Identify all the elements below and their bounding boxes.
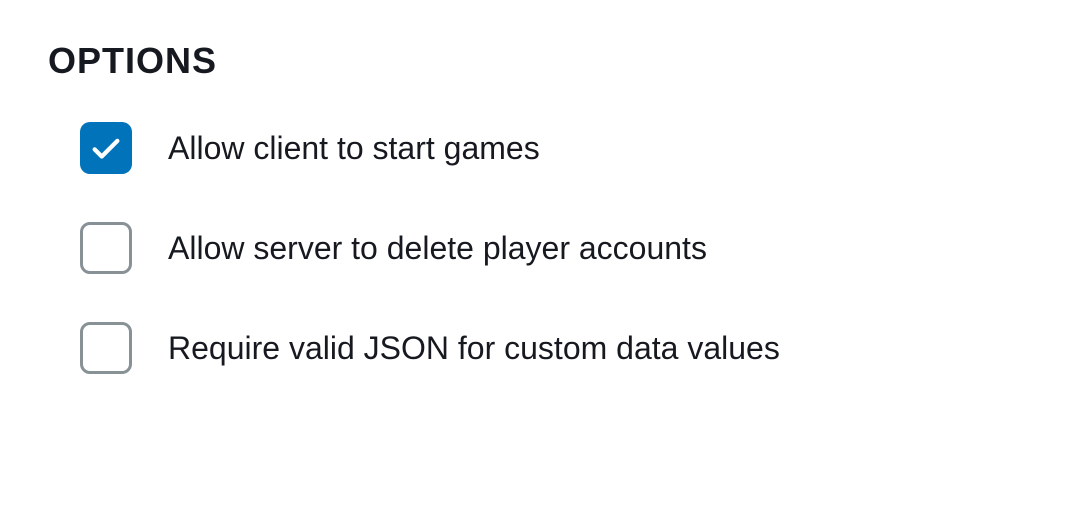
option-require-valid-json[interactable]: Require valid JSON for custom data value… [80,322,1020,374]
checkbox-allow-server-delete-accounts[interactable] [80,222,132,274]
option-label: Require valid JSON for custom data value… [168,330,780,367]
checkbox-require-valid-json[interactable] [80,322,132,374]
checkbox-allow-client-start-games[interactable] [80,122,132,174]
option-label: Allow server to delete player accounts [168,230,707,267]
option-allow-client-start-games[interactable]: Allow client to start games [80,122,1020,174]
check-icon [89,131,123,165]
option-label: Allow client to start games [168,130,540,167]
options-list: Allow client to start games Allow server… [80,122,1020,374]
options-section-title: OPTIONS [48,40,1020,82]
option-allow-server-delete-accounts[interactable]: Allow server to delete player accounts [80,222,1020,274]
